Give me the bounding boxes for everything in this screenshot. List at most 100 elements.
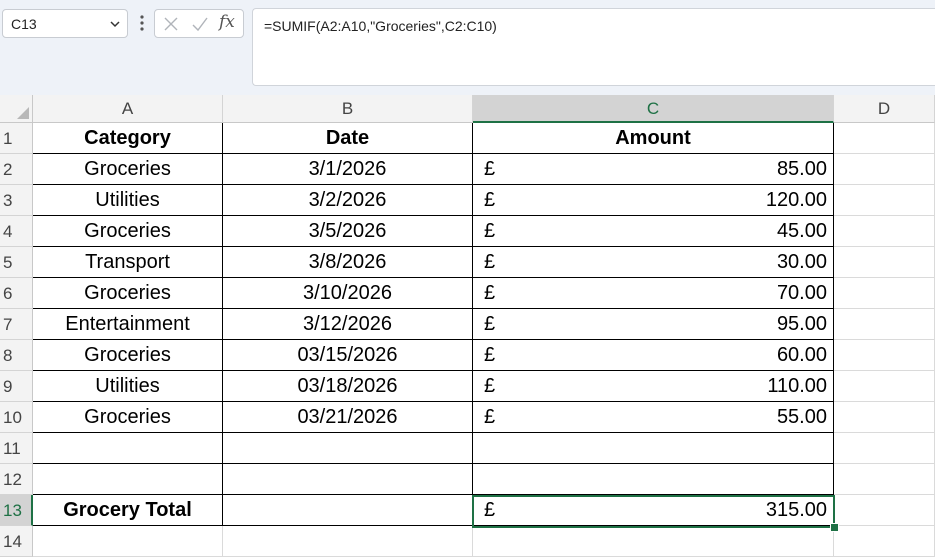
cell-c11[interactable] bbox=[473, 433, 834, 464]
cell-b13[interactable] bbox=[223, 495, 473, 526]
category-cell[interactable]: Utilities bbox=[33, 185, 223, 216]
name-box-value[interactable]: C13 bbox=[11, 16, 37, 32]
date-cell[interactable]: 3/8/2026 bbox=[223, 247, 473, 278]
amount-cell[interactable]: £110.00 bbox=[473, 371, 834, 402]
amount-cell[interactable]: £95.00 bbox=[473, 309, 834, 340]
date-cell[interactable]: 3/10/2026 bbox=[223, 278, 473, 309]
row-header-3[interactable]: 3 bbox=[0, 185, 33, 216]
amount-cell[interactable]: £55.00 bbox=[473, 402, 834, 433]
formula-text[interactable]: =SUMIF(A2:A10,"Groceries",C2:C10) bbox=[264, 18, 497, 34]
check-icon[interactable] bbox=[191, 16, 209, 32]
row-header-2[interactable]: 2 bbox=[0, 154, 33, 185]
cell-a14[interactable] bbox=[33, 526, 223, 557]
select-all-button[interactable] bbox=[0, 95, 33, 123]
category-cell[interactable]: Groceries bbox=[33, 402, 223, 433]
column-header-d[interactable]: D bbox=[834, 95, 935, 123]
currency-symbol: £ bbox=[484, 282, 496, 304]
amount-value: 95.00 bbox=[776, 313, 827, 335]
date-cell[interactable]: 03/15/2026 bbox=[223, 340, 473, 371]
row-header-14[interactable]: 14 bbox=[0, 526, 33, 557]
more-options-icon[interactable] bbox=[138, 13, 146, 33]
chevron-down-icon[interactable] bbox=[109, 18, 121, 30]
amount-value: 45.00 bbox=[776, 220, 827, 242]
row-header-13[interactable]: 13 bbox=[0, 495, 33, 526]
amount-value: 55.00 bbox=[776, 406, 827, 428]
cell-d7[interactable] bbox=[834, 309, 935, 340]
column-header-c[interactable]: C bbox=[473, 95, 834, 123]
column-header-b[interactable]: B bbox=[223, 95, 473, 123]
cell-d12[interactable] bbox=[834, 464, 935, 495]
category-cell[interactable]: Utilities bbox=[33, 371, 223, 402]
total-label-cell[interactable]: Grocery Total bbox=[33, 495, 223, 526]
category-cell[interactable]: Transport bbox=[33, 247, 223, 278]
header-date[interactable]: Date bbox=[223, 123, 473, 154]
select-all-triangle-icon bbox=[17, 107, 29, 119]
category-cell[interactable]: Groceries bbox=[33, 278, 223, 309]
amount-cell[interactable]: £45.00 bbox=[473, 216, 834, 247]
amount-value: 30.00 bbox=[776, 251, 827, 273]
row-header-11[interactable]: 11 bbox=[0, 433, 33, 464]
amount-value: 315.00 bbox=[765, 499, 827, 521]
cell-d1[interactable] bbox=[834, 123, 935, 154]
cell-a11[interactable] bbox=[33, 433, 223, 464]
amount-cell[interactable]: £120.00 bbox=[473, 185, 834, 216]
cell-d6[interactable] bbox=[834, 278, 935, 309]
cell-c12[interactable] bbox=[473, 464, 834, 495]
date-cell[interactable]: 3/12/2026 bbox=[223, 309, 473, 340]
category-cell[interactable]: Groceries bbox=[33, 340, 223, 371]
date-cell[interactable]: 3/2/2026 bbox=[223, 185, 473, 216]
cell-d14[interactable] bbox=[834, 526, 935, 557]
row-header-5[interactable]: 5 bbox=[0, 247, 33, 278]
category-cell[interactable]: Groceries bbox=[33, 154, 223, 185]
insert-function-icon[interactable]: fx bbox=[219, 12, 235, 32]
name-box[interactable]: C13 bbox=[2, 9, 128, 38]
amount-cell[interactable]: £70.00 bbox=[473, 278, 834, 309]
amount-cell[interactable]: £30.00 bbox=[473, 247, 834, 278]
amount-cell[interactable]: £85.00 bbox=[473, 154, 834, 185]
header-category[interactable]: Category bbox=[33, 123, 223, 154]
amount-value: 70.00 bbox=[776, 282, 827, 304]
row-header-4[interactable]: 4 bbox=[0, 216, 33, 247]
row-header-7[interactable]: 7 bbox=[0, 309, 33, 340]
cell-d9[interactable] bbox=[834, 371, 935, 402]
cell-d11[interactable] bbox=[834, 433, 935, 464]
row-header-9[interactable]: 9 bbox=[0, 371, 33, 402]
date-cell[interactable]: 3/5/2026 bbox=[223, 216, 473, 247]
formula-input[interactable]: =SUMIF(A2:A10,"Groceries",C2:C10) bbox=[252, 8, 935, 86]
cell-d2[interactable] bbox=[834, 154, 935, 185]
cell-b12[interactable] bbox=[223, 464, 473, 495]
cell-b11[interactable] bbox=[223, 433, 473, 464]
category-cell[interactable]: Entertainment bbox=[33, 309, 223, 340]
cell-d10[interactable] bbox=[834, 402, 935, 433]
cell-c14[interactable] bbox=[473, 526, 834, 557]
amount-value: 110.00 bbox=[767, 375, 827, 397]
row-header-6[interactable]: 6 bbox=[0, 278, 33, 309]
header-amount[interactable]: Amount bbox=[473, 123, 834, 154]
currency-symbol: £ bbox=[484, 189, 496, 211]
row-header-12[interactable]: 12 bbox=[0, 464, 33, 495]
cell-a12[interactable] bbox=[33, 464, 223, 495]
amount-cell[interactable]: £60.00 bbox=[473, 340, 834, 371]
fill-handle[interactable] bbox=[830, 523, 839, 532]
row-header-1[interactable]: 1 bbox=[0, 123, 33, 154]
date-cell[interactable]: 3/1/2026 bbox=[223, 154, 473, 185]
cell-d4[interactable] bbox=[834, 216, 935, 247]
cell-d5[interactable] bbox=[834, 247, 935, 278]
currency-symbol: £ bbox=[484, 375, 496, 397]
cell-b14[interactable] bbox=[223, 526, 473, 557]
date-cell[interactable]: 03/18/2026 bbox=[223, 371, 473, 402]
row-header-8[interactable]: 8 bbox=[0, 340, 33, 371]
cancel-icon[interactable] bbox=[163, 16, 179, 32]
currency-symbol: £ bbox=[484, 158, 496, 180]
row-header-10[interactable]: 10 bbox=[0, 402, 33, 433]
currency-symbol: £ bbox=[484, 313, 496, 335]
cell-d8[interactable] bbox=[834, 340, 935, 371]
cell-d3[interactable] bbox=[834, 185, 935, 216]
date-cell[interactable]: 03/21/2026 bbox=[223, 402, 473, 433]
column-header-a[interactable]: A bbox=[33, 95, 223, 123]
category-cell[interactable]: Groceries bbox=[33, 216, 223, 247]
amount-value: 60.00 bbox=[776, 344, 827, 366]
total-amount-cell[interactable]: £315.00 bbox=[473, 495, 834, 526]
amount-value: 85.00 bbox=[776, 158, 827, 180]
cell-d13[interactable] bbox=[834, 495, 935, 526]
